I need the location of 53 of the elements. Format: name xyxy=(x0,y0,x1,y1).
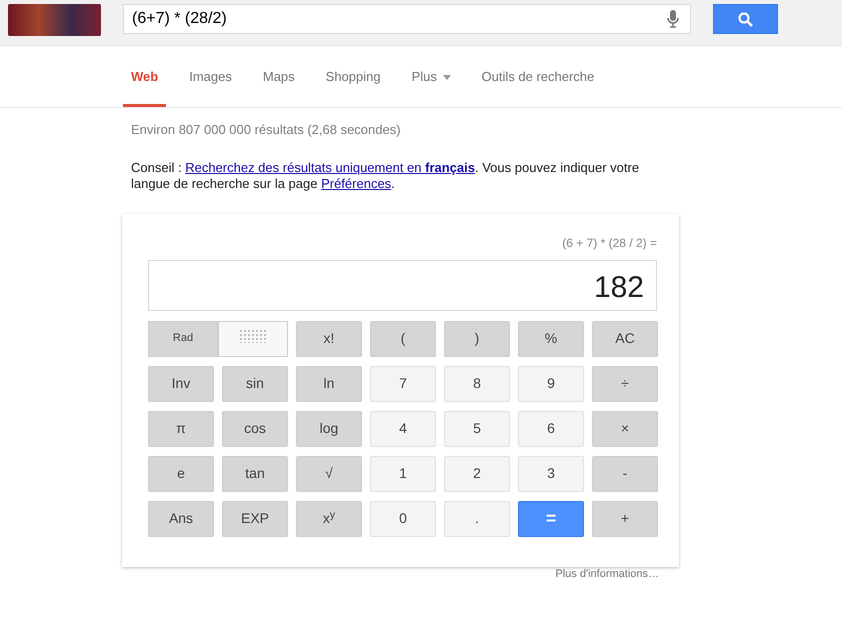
search-tab[interactable]: Maps xyxy=(254,66,303,107)
digit-key[interactable]: 9 xyxy=(518,366,584,402)
search-field[interactable]: (6+7) * (28/2) xyxy=(123,4,691,34)
language-link[interactable]: Recherchez des résultats uniquement en français xyxy=(185,160,475,174)
tip-text: Conseil : Recherchez des résultats uniquement en français. Vous pouvez indiquer votre langue de recherche sur la page Préférences. xyxy=(131,160,640,192)
function-key[interactable]: x! xyxy=(296,320,362,356)
function-key[interactable]: x$^{y}$ xyxy=(296,500,362,536)
function-key[interactable]: Ans xyxy=(148,500,214,536)
function-key[interactable]: e xyxy=(148,456,214,492)
digit-key[interactable]: 8 xyxy=(444,366,510,402)
function-key[interactable]: + xyxy=(592,500,658,536)
function-key[interactable]: Inv xyxy=(148,366,214,402)
function-key[interactable]: sin xyxy=(222,366,288,402)
rad-toggle[interactable]: Rad xyxy=(148,320,218,356)
function-key[interactable]: tan xyxy=(222,456,288,492)
calculator-display: 182 xyxy=(148,260,657,310)
function-key[interactable]: EXP xyxy=(222,500,288,536)
digit-key[interactable]: 6 xyxy=(518,410,584,446)
caret-icon xyxy=(442,74,451,80)
function-key[interactable]: cos xyxy=(222,410,288,446)
digit-key[interactable]: 2 xyxy=(444,456,510,492)
search-tab[interactable]: Web xyxy=(123,66,166,107)
doodle-logo[interactable] xyxy=(8,4,101,36)
function-key[interactable]: √ xyxy=(296,456,362,492)
function-key[interactable]: ln xyxy=(296,366,362,402)
search-tab[interactable]: Outils de recherche xyxy=(474,66,602,107)
digit-key[interactable]: 4 xyxy=(370,410,436,446)
digit-key[interactable]: 3 xyxy=(518,456,584,492)
digit-key[interactable]: 0 xyxy=(370,500,436,536)
search-icon xyxy=(738,12,753,26)
angle-toggle[interactable] xyxy=(218,320,288,356)
function-key[interactable]: ) xyxy=(444,320,510,356)
function-key[interactable]: π xyxy=(148,410,214,446)
digit-key[interactable]: 5 xyxy=(444,410,510,446)
function-key[interactable]: log xyxy=(296,410,362,446)
function-key[interactable]: - xyxy=(592,456,658,492)
search-button[interactable] xyxy=(713,4,778,34)
function-key[interactable]: % xyxy=(518,320,584,356)
function-key[interactable]: × xyxy=(592,410,658,446)
calculator-expression: (6 + 7) * (28 / 2) = xyxy=(561,234,657,252)
result-stats: Environ 807 000 000 résultats (2,68 secondes) xyxy=(131,121,402,139)
function-key[interactable]: ( xyxy=(370,320,436,356)
more-info-link[interactable]: Plus d'informations… xyxy=(555,566,659,582)
menu-tab[interactable]: Plus xyxy=(404,66,459,107)
microphone-icon[interactable] xyxy=(667,10,679,28)
digit-key[interactable]: . xyxy=(444,500,510,536)
digit-key[interactable]: 1 xyxy=(370,456,436,492)
digit-key[interactable]: 7 xyxy=(370,366,436,402)
preferences-link[interactable]: Préférences xyxy=(321,176,392,190)
function-key[interactable]: ÷ xyxy=(592,366,658,402)
search-tab[interactable]: Shopping xyxy=(318,66,389,107)
function-key[interactable]: AC xyxy=(592,320,658,356)
search-tab[interactable]: Images xyxy=(181,66,240,107)
